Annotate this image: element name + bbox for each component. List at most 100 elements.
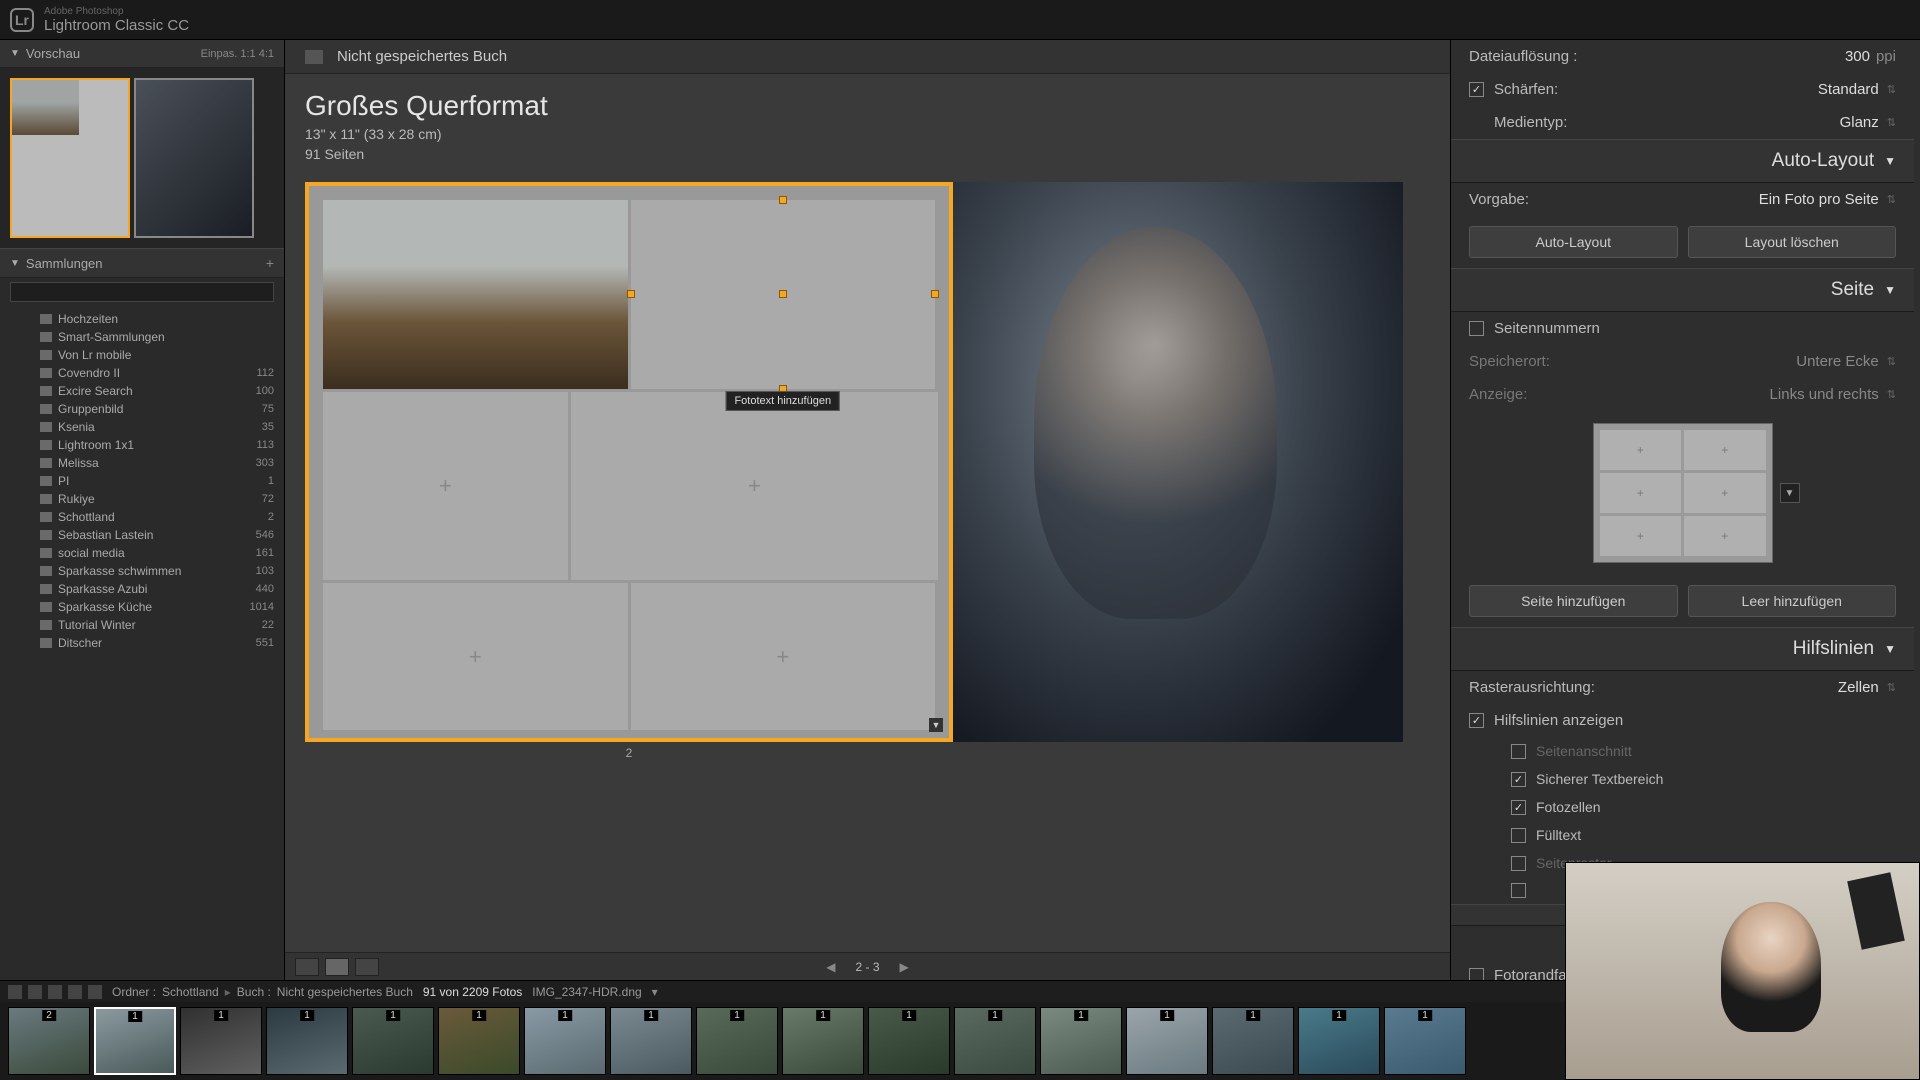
page-photo[interactable] [953, 182, 1403, 742]
guide-filler-row[interactable]: Fülltext [1451, 821, 1914, 849]
add-blank-button[interactable]: Leer hinzufügen [1688, 585, 1897, 617]
sharpen-row[interactable]: Schärfen: Standard ⇅ [1451, 73, 1914, 106]
filmstrip-thumbnail[interactable]: 1 [180, 1007, 262, 1075]
grid-align-row[interactable]: Rasterausrichtung: Zellen ⇅ [1451, 671, 1914, 704]
add-collection-button[interactable]: + [266, 255, 274, 271]
page-numbers-row[interactable]: Seitennummern [1451, 312, 1914, 345]
filmstrip-breadcrumb[interactable]: Ordner : Schottland ▸ Buch : Nicht gespe… [112, 985, 413, 999]
page-numbers-checkbox[interactable] [1469, 321, 1484, 336]
filmstrip-thumbnail[interactable]: 1 [696, 1007, 778, 1075]
photo-cell[interactable]: + [631, 583, 936, 730]
collection-item[interactable]: Ditscher551 [10, 634, 274, 652]
survey-icon[interactable] [68, 985, 82, 999]
photo-cell[interactable] [323, 200, 628, 389]
filmstrip-thumbnail[interactable]: 1 [1040, 1007, 1122, 1075]
collection-item[interactable]: PI1 [10, 472, 274, 490]
next-page-button[interactable]: ▶ [900, 960, 909, 974]
media-row[interactable]: Medientyp: Glanz ⇅ [1451, 106, 1914, 139]
page-layout-dropdown[interactable]: ▼ [929, 718, 943, 732]
chevron-updown-icon[interactable]: ⇅ [1887, 83, 1896, 96]
filmstrip-thumbnail[interactable]: 1 [782, 1007, 864, 1075]
filmstrip-thumbnail[interactable]: 1 [94, 1007, 176, 1075]
preset-row[interactable]: Vorgabe: Ein Foto pro Seite ⇅ [1451, 183, 1914, 216]
grid-icon[interactable] [28, 985, 42, 999]
filmstrip-thumbnail[interactable]: 1 [524, 1007, 606, 1075]
photo-cell[interactable]: + [571, 392, 938, 581]
checkbox[interactable] [1511, 772, 1526, 787]
filmstrip-thumbnail[interactable]: 1 [1384, 1007, 1466, 1075]
auto-layout-button[interactable]: Auto-Layout [1469, 226, 1678, 258]
collection-item[interactable]: Sparkasse Küche1014 [10, 598, 274, 616]
collection-item[interactable]: Gruppenbild75 [10, 400, 274, 418]
checkbox[interactable] [1511, 883, 1526, 898]
clear-layout-button[interactable]: Layout löschen [1688, 226, 1897, 258]
layout-dropdown-button[interactable]: ▼ [1780, 483, 1800, 503]
collection-item[interactable]: Von Lr mobile [10, 346, 274, 364]
filmstrip-thumbnail[interactable]: 1 [610, 1007, 692, 1075]
filmstrip-thumbnail[interactable]: 1 [868, 1007, 950, 1075]
photo-cell-selected[interactable]: Fototext hinzufügen [631, 200, 936, 389]
collection-item[interactable]: Lightroom 1x1113 [10, 436, 274, 454]
chevron-updown-icon[interactable]: ⇅ [1887, 193, 1896, 206]
show-guides-checkbox[interactable] [1469, 713, 1484, 728]
spread-area[interactable]: Fototext hinzufügen + + + + ▼ 2 3 [285, 172, 1450, 952]
collection-item[interactable]: Smart-Sammlungen [10, 328, 274, 346]
photo-cell[interactable]: + [323, 392, 568, 581]
show-guides-row[interactable]: Hilfslinien anzeigen [1451, 704, 1914, 737]
page-section-header[interactable]: Seite ▼ [1451, 268, 1914, 312]
add-page-button[interactable]: Seite hinzufügen [1469, 585, 1678, 617]
collection-item[interactable]: Excire Search100 [10, 382, 274, 400]
view-grid-button[interactable] [295, 958, 319, 976]
checkbox[interactable] [1511, 856, 1526, 871]
view-spread-button[interactable] [325, 958, 349, 976]
guides-section-header[interactable]: Hilfslinien ▼ [1451, 627, 1914, 671]
chevron-updown-icon[interactable]: ⇅ [1887, 681, 1896, 694]
filmstrip-thumbnail[interactable]: 1 [352, 1007, 434, 1075]
collection-item[interactable]: Rukiye72 [10, 490, 274, 508]
filmstrip-thumbnail[interactable]: 1 [1126, 1007, 1208, 1075]
guide-textsafe-row[interactable]: Sicherer Textbereich [1451, 765, 1914, 793]
collection-item[interactable]: Hochzeiten [10, 310, 274, 328]
preview-panel-header[interactable]: ▼ Vorschau Einpas. 1:1 4:1 [0, 40, 284, 68]
people-icon[interactable] [88, 985, 102, 999]
prev-page-button[interactable]: ◀ [826, 960, 835, 974]
filmstrip-thumbnail[interactable]: 1 [266, 1007, 348, 1075]
book-page-left[interactable]: Fototext hinzufügen + + + + ▼ 2 [305, 182, 953, 742]
collection-item[interactable]: Sparkasse Azubi440 [10, 580, 274, 598]
guide-cells-row[interactable]: Fotozellen [1451, 793, 1914, 821]
book-page-right[interactable]: 3 [953, 182, 1403, 742]
checkbox[interactable] [1511, 828, 1526, 843]
collection-item[interactable]: Ksenia35 [10, 418, 274, 436]
collection-item[interactable]: Sebastian Lastein546 [10, 526, 274, 544]
collection-item[interactable]: social media161 [10, 544, 274, 562]
compare-icon[interactable] [48, 985, 62, 999]
collection-item[interactable]: Covendro II112 [10, 364, 274, 382]
page-layout-preview[interactable]: + + + + + + ▼ [1593, 423, 1773, 563]
photo-border-checkbox[interactable] [1469, 968, 1484, 980]
preview-page-left[interactable] [10, 78, 130, 238]
collections-panel-header[interactable]: ▼ Sammlungen + [0, 248, 284, 278]
chevron-updown-icon[interactable]: ⇅ [1887, 116, 1896, 129]
checkbox[interactable] [1511, 744, 1526, 759]
collections-search-input[interactable] [10, 282, 274, 302]
guide-bleed-row[interactable]: Seitenanschnitt [1451, 737, 1914, 765]
collection-item[interactable]: Melissa303 [10, 454, 274, 472]
filmstrip-thumbnail[interactable]: 1 [1298, 1007, 1380, 1075]
preview-zoom-meta[interactable]: Einpas. 1:1 4:1 [201, 48, 274, 60]
preview-page-right[interactable] [134, 78, 254, 238]
filmstrip-thumbnail[interactable]: 1 [1212, 1007, 1294, 1075]
book-icon [305, 50, 323, 64]
filmstrip-thumbnail[interactable]: 2 [8, 1007, 90, 1075]
layout-cell: + [1684, 473, 1766, 513]
view-single-button[interactable] [355, 958, 379, 976]
auto-layout-section-header[interactable]: Auto-Layout ▼ [1451, 139, 1914, 183]
sharpen-checkbox[interactable] [1469, 82, 1484, 97]
collection-item[interactable]: Sparkasse schwimmen103 [10, 562, 274, 580]
filmstrip-thumbnail[interactable]: 1 [954, 1007, 1036, 1075]
collection-item[interactable]: Tutorial Winter22 [10, 616, 274, 634]
photo-cell[interactable]: + [323, 583, 628, 730]
checkbox[interactable] [1511, 800, 1526, 815]
second-monitor-icon[interactable] [8, 985, 22, 999]
collection-item[interactable]: Schottland2 [10, 508, 274, 526]
filmstrip-thumbnail[interactable]: 1 [438, 1007, 520, 1075]
